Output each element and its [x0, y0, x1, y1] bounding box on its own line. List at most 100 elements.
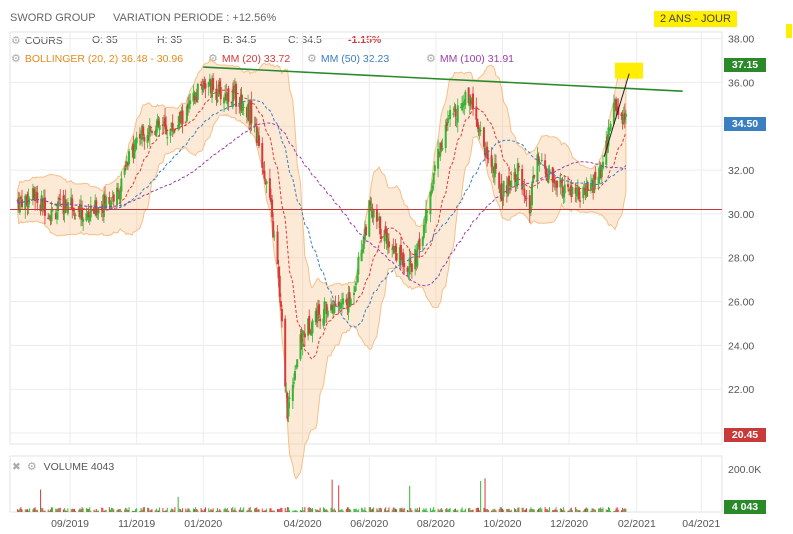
- x-tick-label: 09/2019: [51, 518, 89, 530]
- candle-body: [285, 390, 288, 392]
- candle-body: [510, 180, 513, 188]
- candle-body: [349, 298, 352, 306]
- candle-body: [296, 359, 299, 368]
- candle-body: [525, 197, 528, 199]
- low-price-tag: 20.45: [724, 428, 766, 442]
- candle-body: [280, 308, 283, 322]
- x-tick-label: 11/2019: [118, 518, 155, 530]
- candle-body: [563, 184, 566, 194]
- volume-tag: 4 043: [724, 500, 766, 514]
- candle-body: [242, 106, 245, 108]
- candle-body: [372, 209, 375, 218]
- volume-frame: [9, 455, 723, 513]
- y-tick-label: 26.00: [728, 297, 754, 309]
- candle-body: [579, 200, 582, 202]
- candle-body: [216, 99, 219, 103]
- candle-body: [409, 260, 412, 262]
- candle-body: [74, 214, 77, 216]
- price-chart[interactable]: 38.0036.0034.0032.0030.0028.0026.0024.00…: [0, 0, 793, 534]
- candle-body: [36, 192, 39, 204]
- candle-body: [502, 181, 505, 197]
- candle-body: [472, 93, 475, 110]
- x-tick-label: 01/2020: [184, 518, 222, 530]
- candle-body: [284, 318, 287, 387]
- candle-body: [273, 235, 276, 237]
- candle-body: [454, 108, 457, 117]
- candle-body: [212, 78, 215, 90]
- candle-body: [449, 110, 452, 120]
- y-tick-label: 32.00: [728, 165, 754, 177]
- candle-body: [288, 397, 291, 399]
- candle-body: [357, 256, 360, 275]
- candle-body: [395, 253, 398, 261]
- candle-body: [82, 218, 85, 222]
- candle-body: [59, 198, 62, 200]
- candle-body: [441, 147, 444, 150]
- candle-body: [21, 199, 24, 208]
- candle-body: [158, 125, 161, 130]
- candle-body: [365, 226, 367, 236]
- candle-body: [403, 262, 406, 267]
- y-tick-label: 28.00: [728, 253, 754, 265]
- candle-body: [418, 238, 421, 250]
- candle-body: [487, 158, 490, 160]
- candle-body: [43, 197, 46, 216]
- candle-body: [311, 320, 314, 334]
- candle-body: [533, 174, 536, 178]
- x-tick-label: 02/2021: [618, 518, 656, 530]
- candle-body: [410, 263, 413, 272]
- volume-tick-label: 200.0K: [728, 464, 761, 476]
- last-price-tag: 34.50: [724, 117, 766, 131]
- candle-body: [342, 298, 345, 305]
- candle-body: [294, 371, 297, 380]
- candle-body: [263, 170, 266, 179]
- candle-body: [426, 210, 429, 213]
- high-price-tag: 37.15: [724, 58, 766, 72]
- candle-body: [479, 130, 482, 132]
- y-tick-label: 38.00: [728, 34, 754, 46]
- candle-body: [352, 292, 355, 295]
- candle-body: [181, 110, 184, 124]
- candle-body: [452, 113, 455, 115]
- candle-body: [112, 194, 115, 202]
- candle-body: [219, 86, 222, 100]
- candle-body: [387, 241, 390, 248]
- x-tick-label: 08/2020: [417, 518, 455, 530]
- candle-body: [464, 91, 467, 106]
- x-tick-label: 04/2020: [284, 518, 322, 530]
- candle-body: [319, 318, 322, 322]
- candle-body: [323, 301, 326, 323]
- candle-body: [556, 180, 559, 188]
- candle-body: [257, 135, 260, 146]
- candle-body: [609, 123, 612, 130]
- candle-body: [204, 83, 207, 89]
- candle-body: [250, 100, 253, 124]
- y-tick-label: 36.00: [728, 77, 754, 89]
- candle-body: [494, 163, 497, 169]
- candle-body: [355, 283, 358, 285]
- candle-body: [571, 187, 574, 195]
- highlight-box: [614, 62, 643, 79]
- candle-body: [318, 304, 321, 315]
- candle-body: [433, 165, 436, 172]
- candle-body: [326, 310, 329, 317]
- candle-body: [28, 198, 31, 200]
- x-tick-label: 04/2021: [682, 518, 720, 530]
- x-tick-label: 12/2020: [550, 518, 588, 530]
- candle-body: [135, 137, 138, 144]
- x-tick-label: 10/2020: [484, 518, 522, 530]
- bollinger-band-area: [17, 58, 627, 480]
- candle-body: [189, 100, 192, 105]
- candle-body: [110, 201, 113, 205]
- candle-body: [276, 231, 279, 265]
- candle-body: [166, 137, 169, 139]
- y-tick-label: 22.00: [728, 384, 754, 396]
- candle-body: [517, 165, 520, 168]
- candle-body: [303, 333, 306, 338]
- candle-body: [624, 113, 627, 117]
- candle-body: [150, 131, 153, 133]
- bollinger-band: [17, 58, 627, 480]
- candle-body: [120, 178, 123, 192]
- candle-body: [235, 83, 238, 107]
- candle-body: [594, 171, 597, 180]
